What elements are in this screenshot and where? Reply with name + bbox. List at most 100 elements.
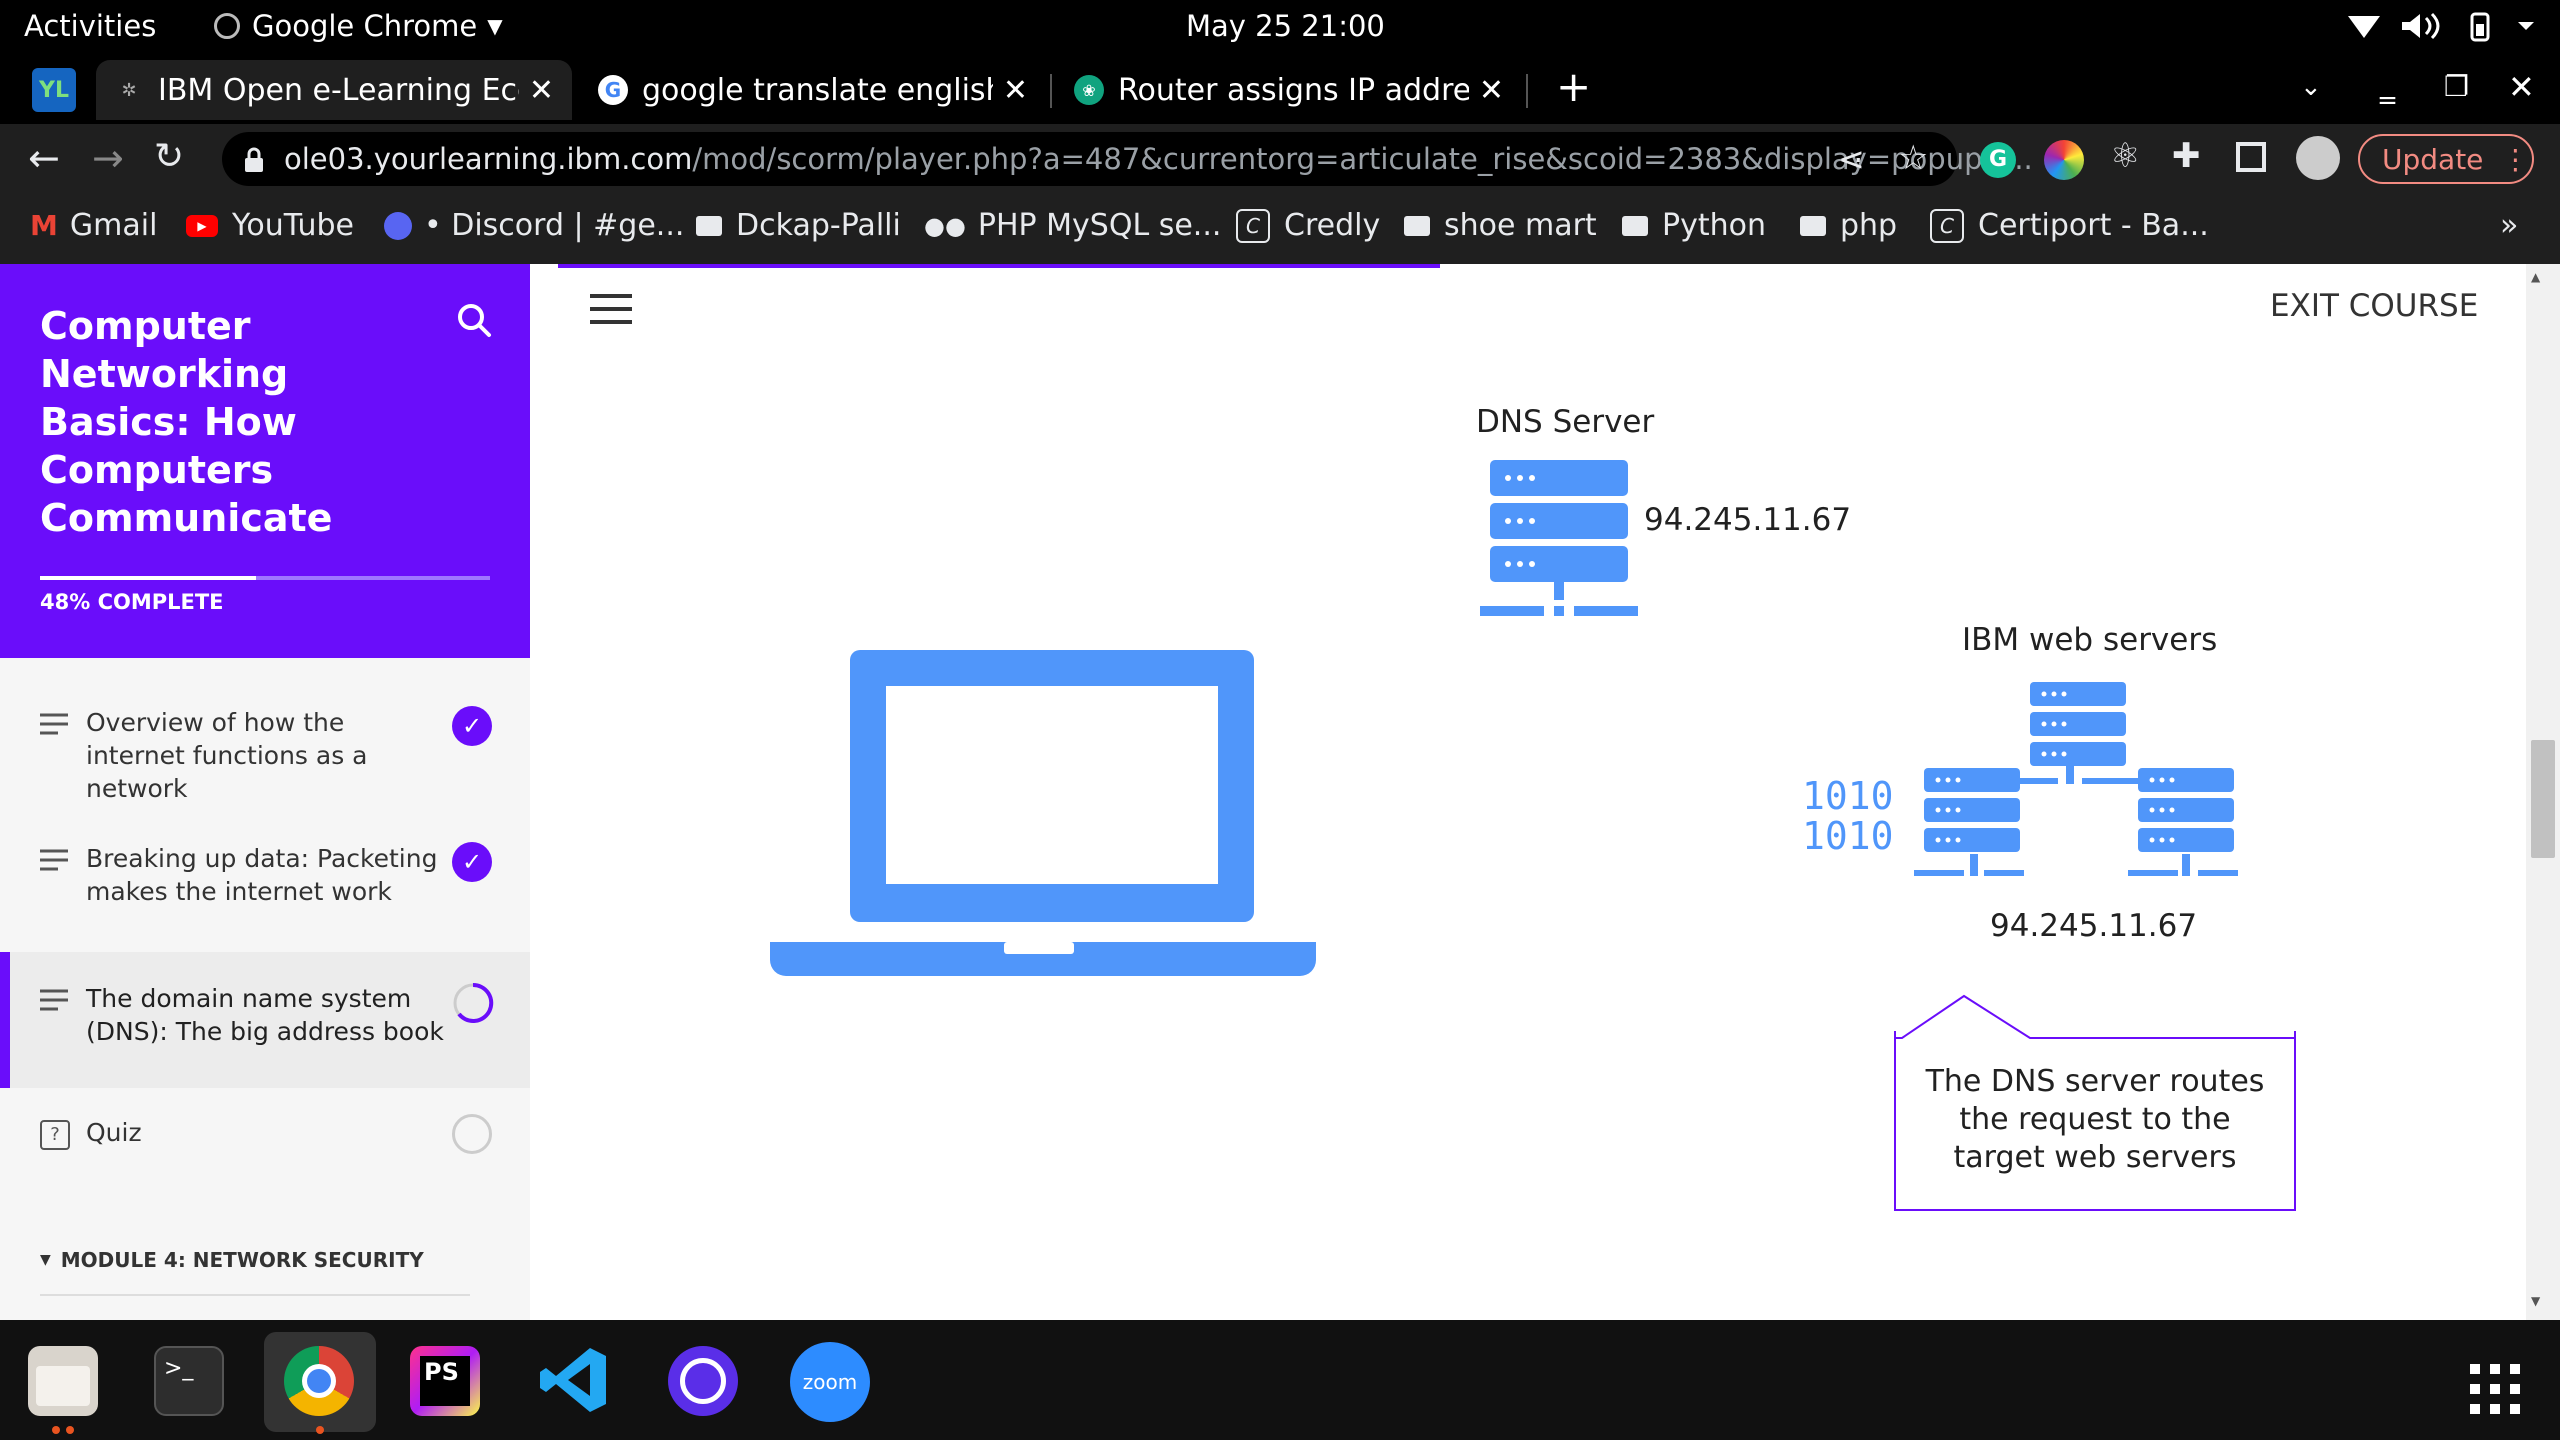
tab-router-ip[interactable]: ❀ Router assigns IP address ✕ [1056, 60, 1522, 120]
tab-google-translate[interactable]: G google translate english t ✕ [580, 60, 1046, 120]
lesson-content: EXIT COURSE DNS Server 94.245.11.67 IBM … [530, 264, 2526, 1320]
tab-divider [1050, 74, 1052, 108]
update-button[interactable]: Update ⋮ [2358, 134, 2534, 184]
chevron-down-icon: ▼ [487, 14, 503, 38]
folder-icon [1800, 215, 1826, 236]
active-indicator [0, 952, 10, 1088]
exit-course-button[interactable]: EXIT COURSE [2270, 288, 2478, 324]
page-scrollbar[interactable]: ▲ ▼ [2526, 264, 2560, 1320]
bookmark-discord[interactable]: • Discord | #ge... [384, 208, 684, 243]
tab-ibm-elearning[interactable]: ✲ IBM Open e-Learning Ecos ✕ [96, 60, 572, 120]
app-menu[interactable]: Google Chrome ▼ [214, 9, 503, 43]
scroll-up-icon[interactable]: ▲ [2531, 270, 2540, 284]
forward-icon[interactable]: → [92, 136, 124, 180]
bookmark-certiport[interactable]: C Certiport - Ba... [1930, 208, 2209, 243]
callout-text: The DNS server routes the request to the… [1894, 1031, 2296, 1211]
grammarly-icon[interactable]: G [1980, 142, 2016, 178]
lesson-label: Overview of how the internet functions a… [86, 708, 368, 803]
timeshift-icon[interactable] [668, 1346, 738, 1416]
react-devtools-icon[interactable]: ⚛ [2110, 136, 2140, 176]
laptop-icon [770, 650, 1316, 976]
bookmark-shoe-mart[interactable]: shoe mart [1404, 208, 1597, 243]
lesson-progress-bar [558, 264, 1440, 268]
lesson-lines-icon [40, 989, 68, 1011]
dns-server-label: DNS Server [1476, 404, 1655, 440]
bookmark-dckap-palli[interactable]: Dckap-Palli [696, 208, 901, 243]
phpstorm-icon[interactable]: PS [410, 1346, 480, 1416]
google-chrome-icon[interactable] [284, 1346, 354, 1416]
lesson-label: Quiz [86, 1118, 142, 1147]
lesson-lines-icon [40, 713, 68, 735]
course-title: Computer Networking Basics: How Computer… [40, 304, 333, 540]
profile-avatar[interactable] [2296, 136, 2340, 180]
share-icon[interactable]: ⋖ [1838, 140, 1865, 178]
progress-bar [40, 576, 490, 580]
bookmark-star-icon[interactable]: ☆ [1898, 138, 1928, 178]
tab-search-icon[interactable]: ⌄ [2300, 72, 2322, 102]
lesson-lines-icon [40, 849, 68, 871]
ibm-favicon-icon: ✲ [121, 79, 137, 101]
files-icon[interactable] [28, 1346, 98, 1416]
new-tab-button[interactable]: + [1556, 62, 1591, 111]
lesson-item-overview[interactable]: Overview of how the internet functions a… [0, 680, 530, 816]
extensions-icon[interactable]: ✚ [2172, 136, 2201, 176]
show-apps-icon[interactable] [2470, 1364, 2520, 1414]
app-name: Google Chrome [252, 9, 478, 43]
google-favicon-icon: G [598, 75, 628, 105]
dns-server-icon [1480, 460, 1638, 616]
in-progress-icon [453, 982, 494, 1023]
bookmark-gmail[interactable]: M Gmail [30, 208, 157, 243]
close-tab-icon[interactable]: ✕ [1479, 73, 1504, 108]
discord-icon [384, 211, 412, 240]
restore-icon[interactable]: ❐ [2444, 70, 2469, 103]
credly-icon: C [1236, 208, 1270, 243]
close-tab-icon[interactable]: ✕ [1003, 73, 1028, 108]
scroll-down-icon[interactable]: ▼ [2531, 1294, 2540, 1308]
side-panel-icon[interactable] [2236, 142, 2266, 172]
system-tray[interactable] [2344, 10, 2544, 42]
search-icon[interactable] [454, 300, 494, 340]
chevron-down-icon [2518, 22, 2534, 30]
certiport-icon: C [1930, 208, 1964, 243]
url-text[interactable]: ole03.yourlearning.ibm.com/mod/scorm/pla… [284, 142, 2033, 176]
module-heading[interactable]: ▼ MODULE 4: NETWORK SECURITY [40, 1248, 424, 1272]
lesson-item-quiz[interactable]: ? Quiz [0, 1088, 530, 1224]
yl-app-icon[interactable]: YL [32, 68, 76, 112]
back-icon[interactable]: ← [28, 136, 60, 180]
system-top-bar: Activities Google Chrome ▼ May 25 21:00 [0, 0, 2560, 52]
tab-strip: YL ✲ IBM Open e-Learning Ecos ✕ G google… [0, 52, 2560, 124]
reload-icon[interactable]: ↻ [154, 136, 184, 177]
chrome-small-icon [214, 13, 240, 39]
dns-ip-address: 94.245.11.67 [1644, 502, 1852, 538]
vscode-icon[interactable] [538, 1344, 610, 1416]
minimize-icon[interactable]: ‗ [2380, 70, 2395, 105]
not-started-icon [452, 1114, 492, 1154]
progress-text: 48% COMPLETE [40, 590, 224, 614]
address-bar[interactable]: ole03.yourlearning.ibm.com/mod/scorm/pla… [222, 132, 2033, 186]
web-servers-ip-address: 94.245.11.67 [1990, 908, 2198, 944]
color-picker-icon[interactable] [2044, 140, 2084, 180]
lesson-item-dns-active[interactable]: The domain name system (DNS): The big ad… [0, 952, 530, 1088]
bookmark-credly[interactable]: C Credly [1236, 208, 1380, 243]
bookmark-php[interactable]: php [1800, 208, 1897, 243]
lesson-item-packeting[interactable]: Breaking up data: Packeting makes the in… [0, 816, 530, 952]
activities-button[interactable]: Activities [24, 9, 156, 43]
terminal-icon[interactable]: >_ [154, 1346, 224, 1416]
clock[interactable]: May 25 21:00 [1186, 9, 1385, 43]
lesson-label: The domain name system (DNS): The big ad… [86, 984, 444, 1046]
more-menu-icon: ⋮ [2501, 142, 2530, 176]
check-icon: ✓ [452, 706, 492, 746]
zoom-icon[interactable]: zoom [790, 1342, 870, 1422]
folder-icon [696, 215, 722, 236]
running-indicator [316, 1426, 324, 1434]
module-divider [40, 1294, 470, 1296]
close-tab-icon[interactable]: ✕ [529, 73, 554, 108]
bookmarks-overflow-button[interactable]: » [2500, 208, 2518, 243]
bookmark-python[interactable]: Python [1622, 208, 1766, 243]
hamburger-menu-icon[interactable] [590, 292, 632, 326]
bookmark-youtube[interactable]: ▶ YouTube [186, 208, 354, 243]
page-scroll-thumb[interactable] [2531, 740, 2555, 858]
bookmark-php-mysql[interactable]: ●● PHP MySQL se... [924, 208, 1221, 243]
folder-icon [1622, 215, 1648, 236]
close-window-icon[interactable]: ✕ [2508, 68, 2535, 106]
